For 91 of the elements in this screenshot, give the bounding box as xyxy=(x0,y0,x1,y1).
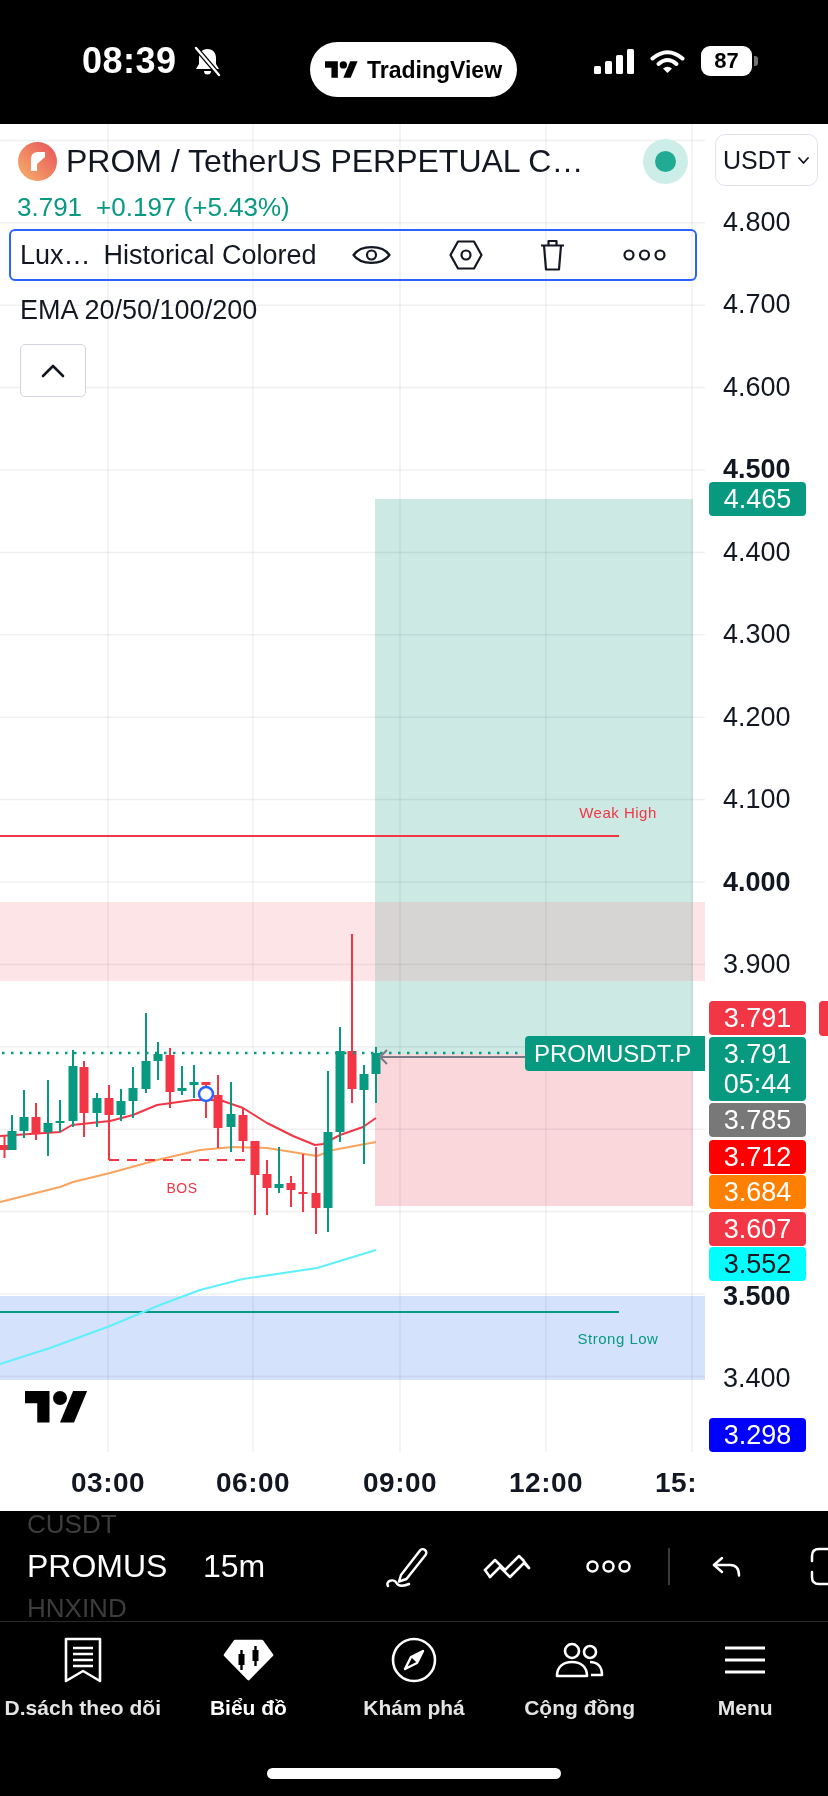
candle xyxy=(177,1065,187,1096)
candle xyxy=(104,1084,114,1116)
candle xyxy=(286,1175,296,1208)
candlestick-chart-icon xyxy=(222,1638,274,1681)
logo-icon xyxy=(25,1391,88,1423)
time-tick-label: 09:00 xyxy=(363,1469,438,1497)
battery-percentage: 87 xyxy=(714,49,739,73)
price-badge: 3.712 xyxy=(709,1140,806,1174)
candle xyxy=(153,1041,163,1081)
logo-icon xyxy=(324,61,358,78)
countdown-timer: 05:44 xyxy=(723,1069,792,1099)
price-tick-label: 3.400 xyxy=(723,1365,791,1391)
time-tick-label: 15: xyxy=(655,1469,697,1497)
candle xyxy=(165,1047,175,1109)
last-price: 3.791 xyxy=(17,191,83,223)
compass-icon xyxy=(391,1636,437,1683)
status-time: 08:39 xyxy=(82,43,177,79)
candle xyxy=(31,1102,41,1141)
currency-button[interactable]: USDT xyxy=(715,134,818,186)
price-tick-label: 4.300 xyxy=(723,621,791,647)
candle xyxy=(55,1099,65,1133)
price-badge: 3.298 xyxy=(709,1418,806,1452)
bookmark-list-icon xyxy=(63,1636,102,1683)
bos-label: BOS xyxy=(166,1180,198,1196)
symbol-option[interactable]: PROMUS xyxy=(27,1550,168,1582)
price-badge: 3.684 xyxy=(709,1175,806,1209)
price-tick-label: 3.500 xyxy=(723,1283,791,1309)
nav-tab[interactable]: D.sách theo dõi xyxy=(0,1622,166,1721)
eye-icon[interactable] xyxy=(351,243,391,267)
coin-logo-icon xyxy=(18,141,57,181)
price-change: +0.197 (+5.43%) xyxy=(96,191,290,223)
status-dot-icon xyxy=(643,138,688,184)
nav-tab[interactable]: Biểu đồ xyxy=(165,1622,332,1721)
trash-icon[interactable] xyxy=(540,239,566,271)
price-badge: 3.552 xyxy=(709,1247,806,1281)
price-tick-label: 4.100 xyxy=(723,786,791,812)
price-tick-label: 4.000 xyxy=(723,869,791,895)
candle xyxy=(128,1066,138,1119)
candle xyxy=(226,1081,236,1153)
price-tick-label: 4.200 xyxy=(723,704,791,730)
more-icon[interactable] xyxy=(623,249,667,261)
time-tick-label: 03:00 xyxy=(71,1469,146,1497)
price-badge: 3.785 xyxy=(709,1103,806,1137)
symbol-price-label: PROMUSDT.P xyxy=(525,1036,705,1071)
bell-slash-icon xyxy=(192,45,222,77)
price-value: 3.791 xyxy=(723,1039,792,1069)
zone-label: Weak High xyxy=(579,804,657,821)
chevron-up-icon xyxy=(41,363,65,378)
wifi-icon xyxy=(650,48,685,74)
indicator-row[interactable]: Lux… Historical Colored xyxy=(9,229,697,281)
interval-button[interactable]: 15m xyxy=(203,1546,266,1586)
nav-tab[interactable]: Khám phá xyxy=(331,1622,497,1721)
price-tick-label: 4.500 xyxy=(723,456,791,482)
app-name: TradingView xyxy=(366,55,503,84)
candle xyxy=(189,1064,199,1099)
price-tick-label: 4.400 xyxy=(723,539,791,565)
price-badge: 3.607 xyxy=(709,1212,806,1246)
candle xyxy=(262,1159,272,1216)
price-tick-label: 4.700 xyxy=(723,291,791,317)
price-badge: 4.465 xyxy=(709,482,806,516)
app-pill[interactable]: TradingView xyxy=(310,42,517,97)
more-icon[interactable] xyxy=(586,1559,632,1573)
candle xyxy=(116,1088,126,1122)
menu-icon xyxy=(725,1645,766,1674)
people-icon xyxy=(555,1641,605,1678)
indicator-row[interactable]: EMA 20/50/100/200 xyxy=(9,284,697,336)
nav-tab[interactable]: Cộng đồng xyxy=(496,1622,663,1721)
candle xyxy=(92,1092,102,1128)
frame-corners-icon[interactable] xyxy=(809,1546,828,1586)
indicator-settings: Historical Colored xyxy=(103,239,317,271)
undo-icon[interactable] xyxy=(711,1555,741,1577)
symbol-title: PROM / TetherUS PERPETUAL C… xyxy=(66,142,584,181)
candle xyxy=(274,1146,284,1194)
time-tick-label: 12:00 xyxy=(509,1469,584,1497)
price-tick-label: 4.800 xyxy=(723,209,791,235)
circle-marker-icon xyxy=(197,1085,215,1103)
price-tick-label: 4.600 xyxy=(723,374,791,400)
nav-tab[interactable]: Menu xyxy=(662,1622,828,1721)
settings-icon[interactable] xyxy=(448,240,483,270)
signal-icon xyxy=(594,48,634,74)
chevron-down-icon xyxy=(798,156,810,164)
candle xyxy=(201,1081,211,1119)
time-tick-label: 06:00 xyxy=(216,1469,291,1497)
candle xyxy=(238,1107,248,1153)
candle xyxy=(371,1046,381,1104)
price-marker-icon xyxy=(819,1001,828,1036)
price-tick-label: 3.900 xyxy=(723,951,791,977)
candle xyxy=(19,1089,29,1139)
price-badge: 3.791 xyxy=(709,1001,806,1035)
candle xyxy=(298,1153,308,1213)
zone-label: Strong Low xyxy=(577,1330,659,1347)
